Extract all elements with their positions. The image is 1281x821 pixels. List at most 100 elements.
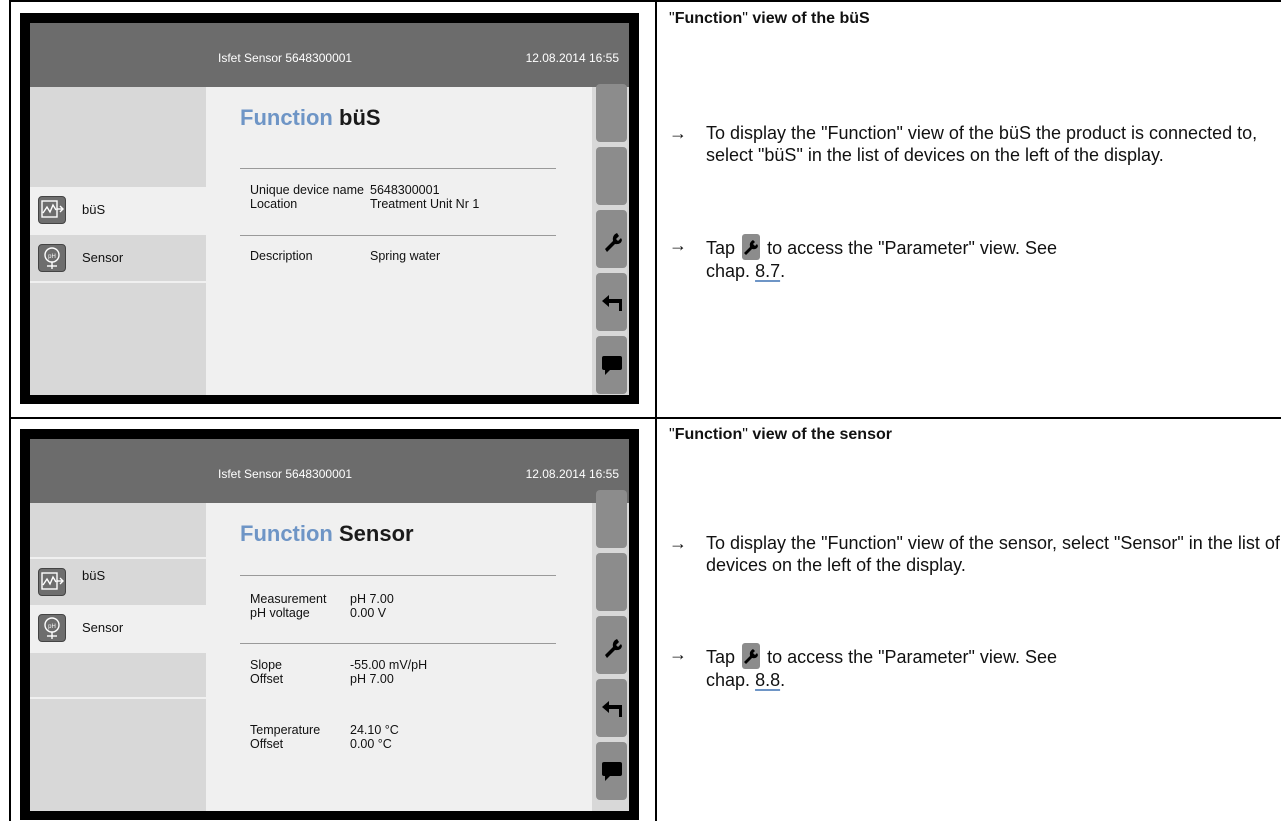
- field-label: pH voltage: [250, 606, 310, 620]
- blank-button[interactable]: [596, 553, 627, 611]
- message-button[interactable]: [596, 742, 627, 800]
- sensor-ph-icon: pH: [38, 244, 66, 272]
- section-divider: [240, 643, 556, 644]
- instruction-text-part: .: [780, 261, 786, 281]
- instruction-text-part: chap.: [706, 670, 751, 690]
- device-list-item-sensor[interactable]: pH Sensor: [30, 235, 206, 281]
- blank-button[interactable]: [596, 84, 627, 142]
- chapter-link[interactable]: 8.8: [755, 670, 780, 690]
- instruction-text-part: to access the "Parameter" view. See: [767, 238, 1057, 258]
- device-list-label: büS: [82, 568, 106, 583]
- table-divider-vertical: [655, 0, 657, 821]
- bus-icon: [38, 196, 66, 224]
- title-bold: view of the sensor: [747, 426, 892, 443]
- parameter-button[interactable]: [596, 210, 627, 268]
- title-device-word: Sensor: [339, 521, 414, 546]
- sensor-ph-icon: pH: [38, 614, 66, 642]
- title-device-word: büS: [339, 105, 381, 130]
- wrench-icon: [742, 234, 761, 260]
- device-list-divider: [30, 281, 206, 283]
- field-row: Description Spring water: [250, 249, 440, 263]
- field-row: Location Treatment Unit Nr 1: [250, 197, 479, 211]
- header-datetime: 12.08.2014 16:55: [525, 51, 619, 65]
- device-list: büS pH Sensor: [30, 503, 206, 811]
- device-list-label: Sensor: [82, 620, 124, 635]
- table-border-left: [9, 0, 11, 821]
- screen-header: Isfet Sensor 5648300001 12.08.2014 16:55: [30, 23, 629, 87]
- screen-header: Isfet Sensor 5648300001 12.08.2014 16:55: [30, 439, 629, 503]
- device-list-label: büS: [82, 202, 106, 217]
- function-title: Function Sensor: [240, 521, 414, 547]
- back-arrow-icon: [602, 701, 622, 717]
- bus-icon: [38, 568, 66, 596]
- field-row: Slope -55.00 mV/pH: [250, 658, 427, 672]
- back-button[interactable]: [596, 679, 627, 737]
- device-list-item-bus[interactable]: büS: [30, 187, 206, 233]
- field-value: pH 7.00: [350, 592, 394, 606]
- function-title: Function büS: [240, 105, 381, 131]
- right-arrow-icon: →: [669, 644, 687, 664]
- chapter-link[interactable]: 8.7: [755, 261, 780, 281]
- header-device-name: Isfet Sensor 5648300001: [218, 467, 353, 481]
- instruction-text-part: chap.: [706, 261, 751, 281]
- field-value: Spring water: [370, 249, 441, 263]
- field-label: Location: [250, 197, 298, 211]
- field-value: 0.00 V: [350, 606, 387, 620]
- header-device-name: Isfet Sensor 5648300001: [218, 51, 353, 65]
- message-icon: [602, 762, 622, 781]
- blank-button[interactable]: [596, 490, 627, 548]
- device-list-item-bus[interactable]: büS: [30, 559, 206, 605]
- header-datetime: 12.08.2014 16:55: [525, 467, 619, 481]
- back-button[interactable]: [596, 273, 627, 331]
- device-screen-bus: Isfet Sensor 5648300001 12.08.2014 16:55…: [20, 13, 639, 404]
- device-list-item-sensor[interactable]: pH Sensor: [30, 605, 206, 651]
- title-function-word: Function: [240, 521, 333, 546]
- wrench-icon: [605, 639, 622, 658]
- field-value: 24.10 °C: [350, 723, 399, 737]
- right-arrow-icon: →: [669, 533, 687, 553]
- field-value: -55.00 mV/pH: [350, 658, 428, 672]
- instruction-text-part: Tap: [706, 238, 736, 258]
- field-row: Offset 0.00 °C: [250, 737, 392, 751]
- section-divider: [240, 168, 556, 169]
- button-bar: [592, 84, 629, 395]
- field-label: Slope: [250, 658, 282, 672]
- device-list-divider: [30, 651, 206, 653]
- function-view: Function büS Unique device name 564830000…: [206, 87, 592, 395]
- field-label: Measurement: [250, 592, 327, 606]
- section-divider: [240, 575, 556, 576]
- right-arrow-icon: →: [669, 235, 687, 255]
- title-bold: Function: [674, 10, 743, 27]
- device-screen-sensor: Isfet Sensor 5648300001 12.08.2014 16:55…: [20, 429, 639, 820]
- field-value: 0.00 °C: [350, 737, 392, 751]
- field-label: Unique device name: [250, 183, 364, 197]
- wrench-icon: [742, 643, 761, 669]
- instruction-text-part: Tap: [706, 647, 736, 667]
- message-icon: [602, 356, 622, 375]
- message-button[interactable]: [596, 336, 627, 394]
- parameter-button[interactable]: [596, 616, 627, 674]
- svg-text:pH: pH: [48, 624, 56, 630]
- field-row: pH voltage 0.00 V: [250, 606, 386, 620]
- device-list: büS pH Sensor: [30, 87, 206, 395]
- device-list-label: Sensor: [82, 250, 124, 265]
- field-row: Measurement pH 7.00: [250, 592, 394, 606]
- back-arrow-icon: [602, 295, 622, 311]
- title-bold: view of the büS: [747, 10, 870, 27]
- table-border-top: [9, 0, 1281, 2]
- wrench-icon: [605, 233, 622, 252]
- blank-button[interactable]: [596, 147, 627, 205]
- instruction-step: → To display the "Function" view of the …: [669, 122, 1281, 166]
- field-value: 5648300001: [370, 183, 440, 197]
- field-label: Offset: [250, 672, 284, 686]
- table-divider-horizontal: [9, 417, 1281, 419]
- description-title: "Function" view of the sensor: [669, 426, 892, 444]
- description-title: "Function" view of the büS: [669, 10, 870, 28]
- button-bar: [592, 490, 629, 811]
- field-label: Description: [250, 249, 313, 263]
- instruction-text-part: to access the "Parameter" view. See: [767, 647, 1057, 667]
- function-view: Function Sensor Measurement pH 7.00 pH vo…: [206, 503, 592, 811]
- field-row: Unique device name 5648300001: [250, 183, 440, 197]
- svg-text:pH: pH: [48, 254, 56, 260]
- instruction-step: → Tap to access the "Parameter" view. Se…: [669, 643, 1281, 691]
